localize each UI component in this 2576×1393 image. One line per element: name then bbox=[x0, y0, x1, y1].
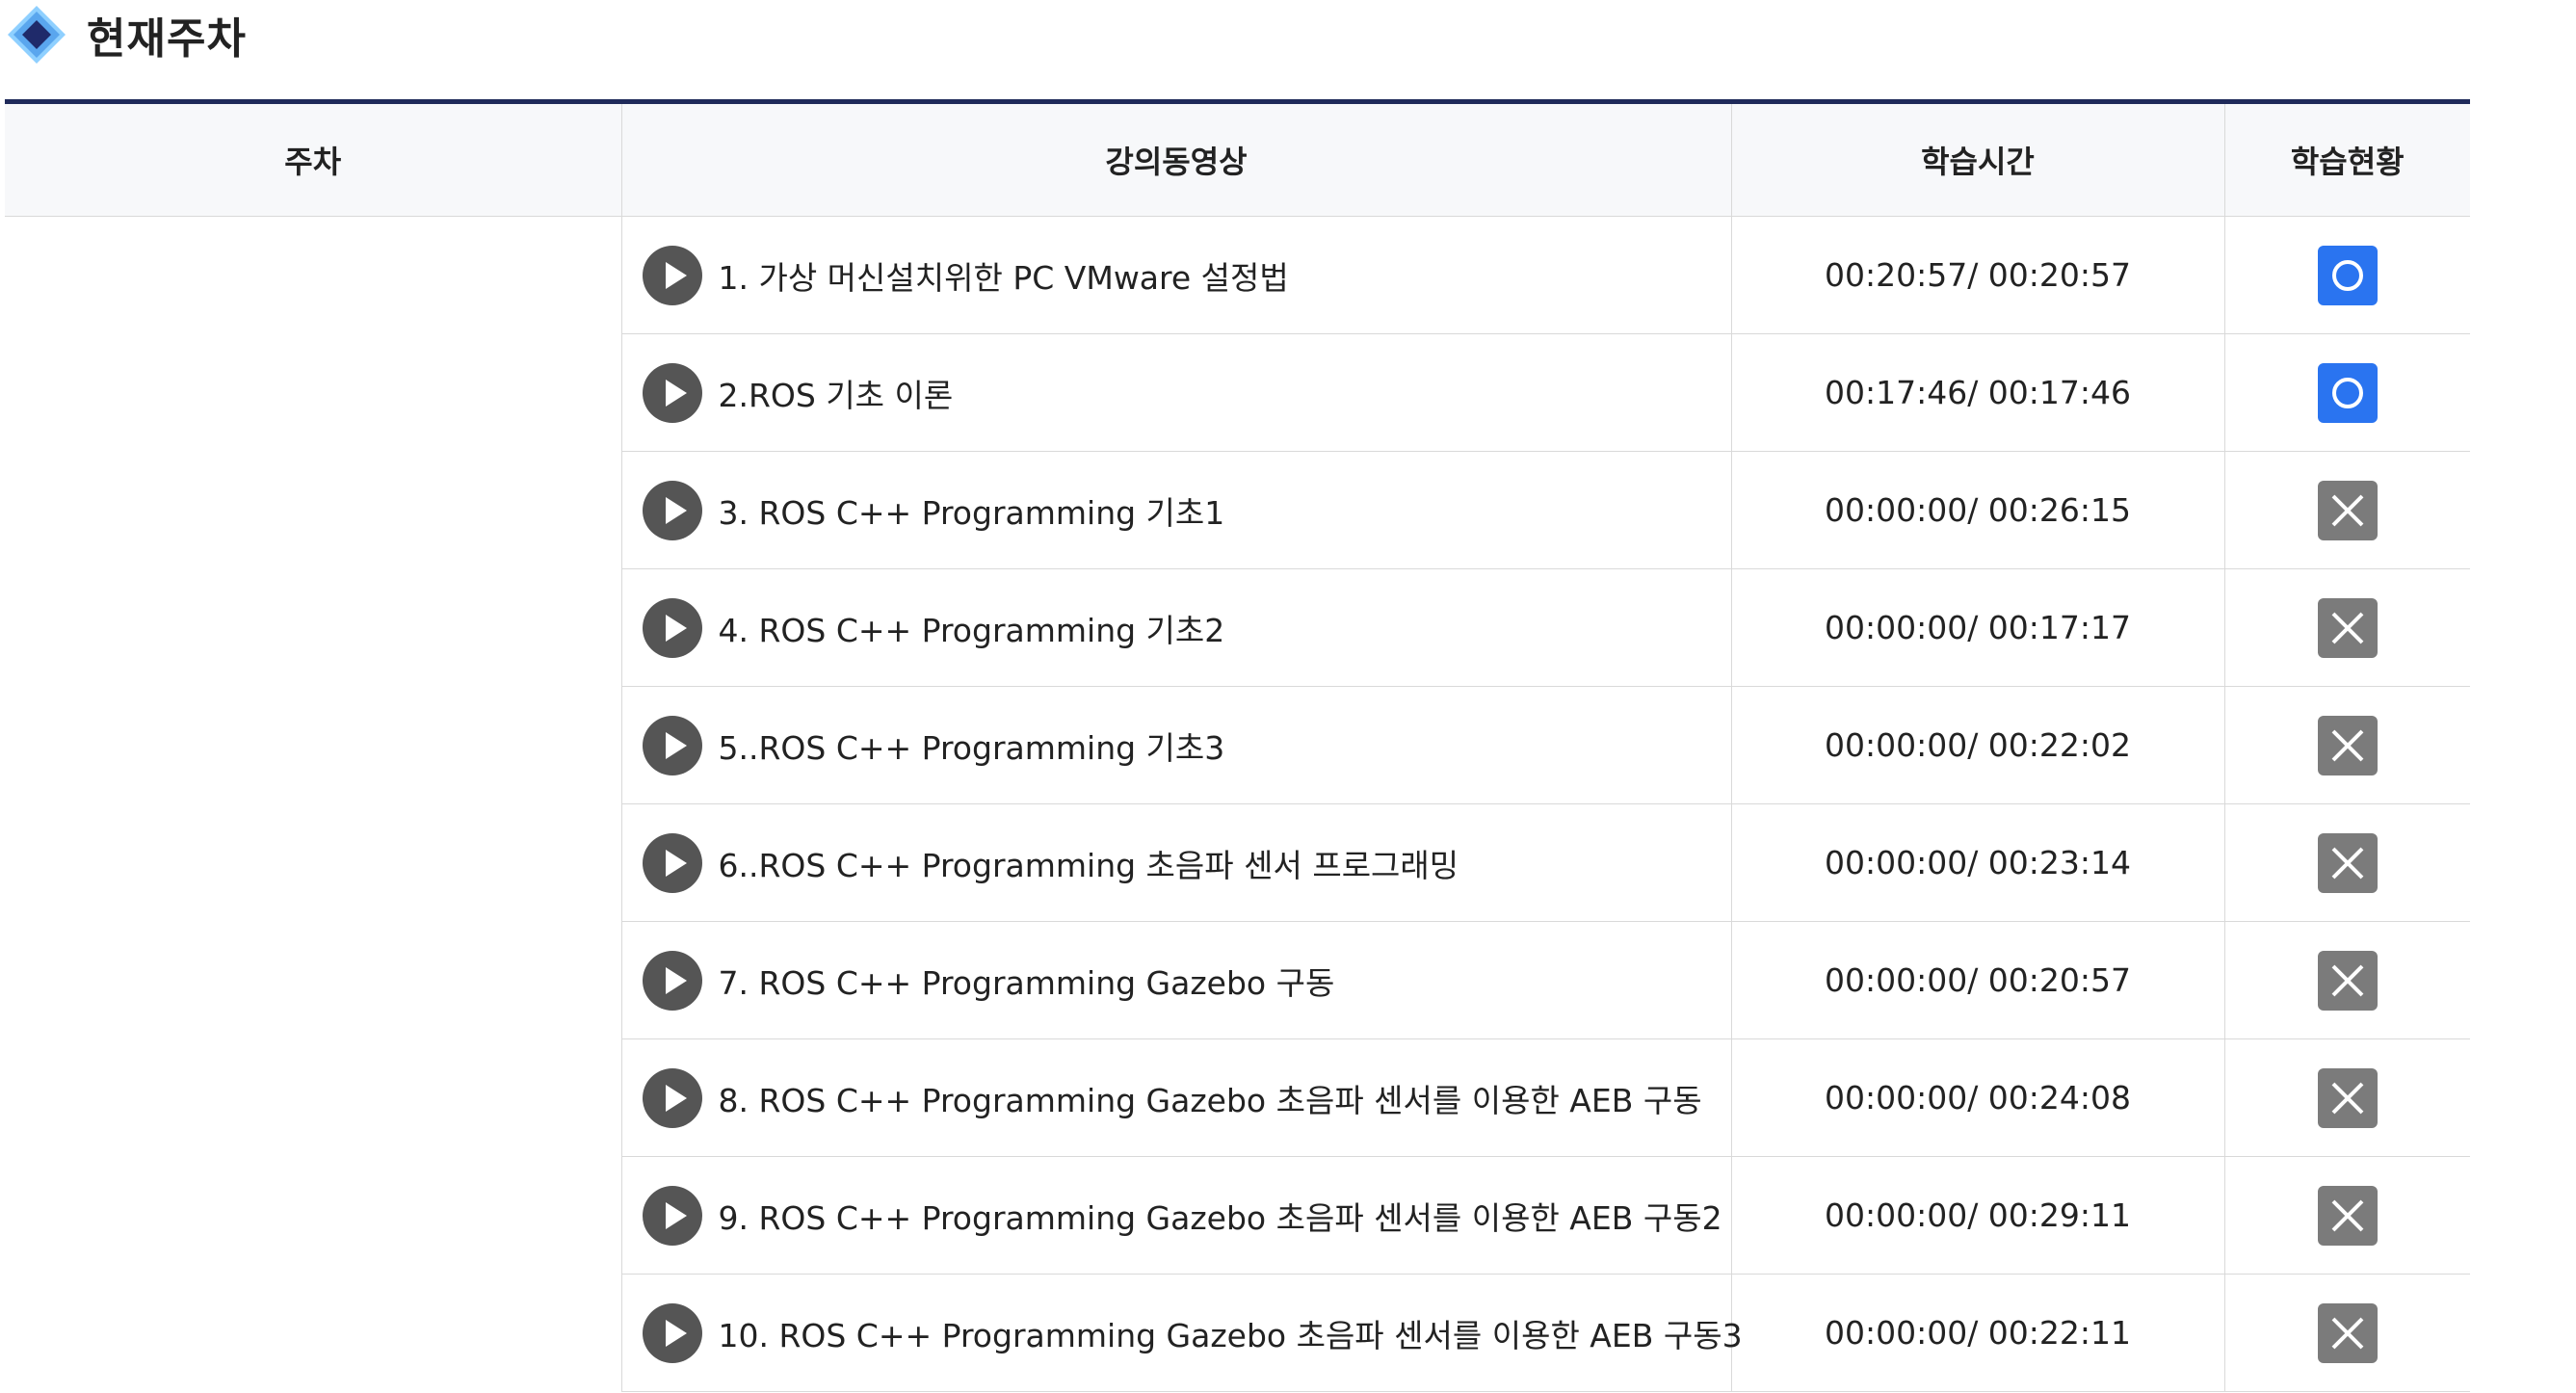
study-time: 00:00:00/ 00:22:02 bbox=[1730, 686, 2224, 804]
header-status: 학습현황 bbox=[2223, 101, 2470, 217]
study-time: 00:20:57/ 00:20:57 bbox=[1730, 216, 2224, 334]
table-row: 1. 가상 머신설치위한 PC VMware 설정법 00:20:57/ 00:2… bbox=[5, 216, 2470, 334]
play-circle-icon[interactable] bbox=[642, 832, 703, 894]
video-title[interactable]: 9. ROS C++ Programming Gazebo 초음파 센서를 이용… bbox=[719, 1193, 1722, 1239]
header-time: 학습시간 bbox=[1730, 101, 2224, 217]
video-title[interactable]: 4. ROS C++ Programming 기초2 bbox=[719, 605, 1225, 651]
week-cell bbox=[5, 217, 621, 1392]
lecture-table: 주차 강의동영상 학습시간 학습현황 1. 가상 머신설치위한 PC VMwar… bbox=[5, 99, 2470, 1392]
status-cell bbox=[2223, 216, 2470, 334]
x-icon bbox=[2331, 1082, 2364, 1114]
x-icon bbox=[2331, 494, 2364, 526]
play-circle-icon[interactable] bbox=[642, 362, 703, 424]
video-title[interactable]: 8. ROS C++ Programming Gazebo 초음파 센서를 이용… bbox=[719, 1075, 1702, 1121]
study-time: 00:00:00/ 00:22:11 bbox=[1730, 1274, 2224, 1392]
status-incomplete-badge bbox=[2317, 715, 2378, 775]
status-cell bbox=[2223, 1156, 2470, 1275]
video-link[interactable]: 6..ROS C++ Programming 초음파 센서 프로그래밍 bbox=[622, 804, 1731, 921]
study-time: 00:00:00/ 00:17:17 bbox=[1730, 568, 2224, 687]
video-cell: 1. 가상 머신설치위한 PC VMware 설정법 bbox=[620, 216, 1731, 334]
study-time: 00:17:46/ 00:17:46 bbox=[1730, 333, 2224, 452]
video-cell: 4. ROS C++ Programming 기초2 bbox=[620, 568, 1731, 687]
header-video: 강의동영상 bbox=[620, 101, 1731, 217]
x-icon bbox=[2331, 847, 2364, 879]
video-title[interactable]: 2.ROS 기초 이론 bbox=[719, 370, 954, 416]
section-header: 현재주차 bbox=[6, 0, 247, 69]
status-cell bbox=[2223, 568, 2470, 687]
play-circle-icon[interactable] bbox=[642, 1185, 703, 1247]
status-complete-badge bbox=[2317, 245, 2378, 305]
status-incomplete-badge bbox=[2317, 480, 2378, 540]
table-body: 1. 가상 머신설치위한 PC VMware 설정법 00:20:57/ 00:2… bbox=[5, 216, 2470, 1392]
video-cell: 9. ROS C++ Programming Gazebo 초음파 센서를 이용… bbox=[620, 1156, 1731, 1275]
status-cell bbox=[2223, 451, 2470, 569]
status-complete-badge bbox=[2317, 362, 2378, 423]
video-cell: 10. ROS C++ Programming Gazebo 초음파 센서를 이… bbox=[620, 1274, 1743, 1392]
study-time: 00:00:00/ 00:29:11 bbox=[1730, 1156, 2224, 1275]
x-icon bbox=[2331, 1199, 2364, 1231]
study-time: 00:00:00/ 00:20:57 bbox=[1730, 921, 2224, 1039]
status-incomplete-badge bbox=[2317, 832, 2378, 893]
video-link[interactable]: 3. ROS C++ Programming 기초1 bbox=[622, 452, 1731, 568]
video-link[interactable]: 10. ROS C++ Programming Gazebo 초음파 센서를 이… bbox=[622, 1275, 1743, 1391]
status-cell bbox=[2223, 1038, 2470, 1157]
video-cell: 6..ROS C++ Programming 초음파 센서 프로그래밍 bbox=[620, 803, 1731, 922]
play-circle-icon[interactable] bbox=[642, 1302, 703, 1364]
video-link[interactable]: 7. ROS C++ Programming Gazebo 구동 bbox=[622, 922, 1731, 1038]
video-cell: 8. ROS C++ Programming Gazebo 초음파 센서를 이용… bbox=[620, 1038, 1731, 1157]
study-time: 00:00:00/ 00:24:08 bbox=[1730, 1038, 2224, 1157]
play-circle-icon[interactable] bbox=[642, 480, 703, 541]
status-incomplete-badge bbox=[2317, 1302, 2378, 1363]
status-incomplete-badge bbox=[2317, 1067, 2378, 1128]
x-icon bbox=[2331, 612, 2364, 644]
play-circle-icon[interactable] bbox=[642, 597, 703, 659]
status-cell bbox=[2223, 1274, 2470, 1392]
video-link[interactable]: 5..ROS C++ Programming 기초3 bbox=[622, 687, 1731, 803]
section-title: 현재주차 bbox=[87, 14, 247, 64]
video-cell: 2.ROS 기초 이론 bbox=[620, 333, 1731, 452]
status-cell bbox=[2223, 803, 2470, 922]
study-time: 00:00:00/ 00:23:14 bbox=[1730, 803, 2224, 922]
video-link[interactable]: 2.ROS 기초 이론 bbox=[622, 334, 1731, 451]
play-circle-icon[interactable] bbox=[642, 950, 703, 1012]
x-icon bbox=[2331, 964, 2364, 996]
video-cell: 5..ROS C++ Programming 기초3 bbox=[620, 686, 1731, 804]
video-link[interactable]: 1. 가상 머신설치위한 PC VMware 설정법 bbox=[622, 217, 1731, 333]
video-title[interactable]: 3. ROS C++ Programming 기초1 bbox=[719, 487, 1225, 534]
status-incomplete-badge bbox=[2317, 597, 2378, 658]
video-link[interactable]: 4. ROS C++ Programming 기초2 bbox=[622, 569, 1731, 686]
status-incomplete-badge bbox=[2317, 1185, 2378, 1246]
video-title[interactable]: 1. 가상 머신설치위한 PC VMware 설정법 bbox=[719, 252, 1289, 299]
play-circle-icon[interactable] bbox=[642, 245, 703, 306]
video-cell: 3. ROS C++ Programming 기초1 bbox=[620, 451, 1731, 569]
x-icon bbox=[2331, 729, 2364, 761]
x-icon bbox=[2331, 1317, 2364, 1349]
status-cell bbox=[2223, 333, 2470, 452]
video-cell: 7. ROS C++ Programming Gazebo 구동 bbox=[620, 921, 1731, 1039]
lecture-table-wrapper: 주차 강의동영상 학습시간 학습현황 1. 가상 머신설치위한 PC VMwar… bbox=[5, 99, 2470, 1392]
diamond-icon bbox=[8, 6, 66, 64]
video-link[interactable]: 9. ROS C++ Programming Gazebo 초음파 센서를 이용… bbox=[622, 1157, 1731, 1274]
play-circle-icon[interactable] bbox=[642, 1067, 703, 1129]
circle-o-icon bbox=[2331, 377, 2363, 408]
study-time: 00:00:00/ 00:26:15 bbox=[1730, 451, 2224, 569]
header-week: 주차 bbox=[5, 101, 621, 217]
video-title[interactable]: 10. ROS C++ Programming Gazebo 초음파 센서를 이… bbox=[719, 1310, 1743, 1356]
video-title[interactable]: 6..ROS C++ Programming 초음파 센서 프로그래밍 bbox=[719, 840, 1459, 886]
status-incomplete-badge bbox=[2317, 950, 2378, 1011]
video-link[interactable]: 8. ROS C++ Programming Gazebo 초음파 센서를 이용… bbox=[622, 1039, 1731, 1156]
status-cell bbox=[2223, 921, 2470, 1039]
circle-o-icon bbox=[2331, 259, 2363, 291]
status-cell bbox=[2223, 686, 2470, 804]
video-title[interactable]: 5..ROS C++ Programming 기초3 bbox=[719, 723, 1225, 769]
play-circle-icon[interactable] bbox=[642, 715, 703, 776]
table-header-row: 주차 강의동영상 학습시간 학습현황 bbox=[5, 101, 2470, 217]
video-title[interactable]: 7. ROS C++ Programming Gazebo 구동 bbox=[719, 958, 1335, 1004]
